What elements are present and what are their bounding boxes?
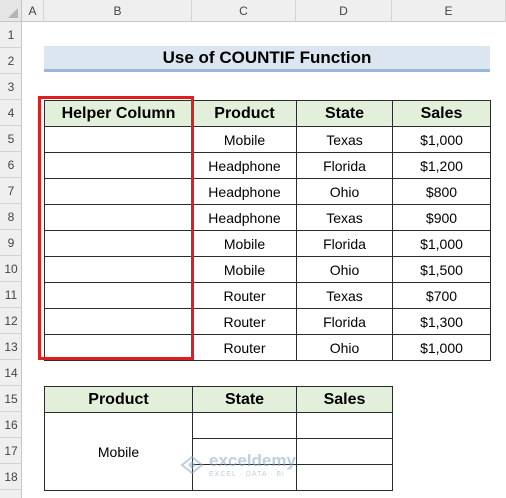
helper-cell[interactable] xyxy=(44,126,193,153)
lookup-state-cell[interactable] xyxy=(192,412,297,439)
state-cell[interactable]: Florida xyxy=(296,152,393,179)
header-product[interactable]: Product xyxy=(192,100,297,127)
product-cell[interactable]: Headphone xyxy=(192,152,297,179)
sales-cell[interactable]: $1,300 xyxy=(392,308,491,335)
sales-cell[interactable]: $1,200 xyxy=(392,152,491,179)
state-cell[interactable]: Ohio xyxy=(296,334,393,361)
row-header-18[interactable]: 18 xyxy=(0,464,22,490)
product-cell[interactable]: Mobile xyxy=(192,126,297,153)
lookup-header-product[interactable]: Product xyxy=(44,386,193,413)
select-all-corner[interactable] xyxy=(0,0,22,22)
lookup-product-cell[interactable]: Mobile xyxy=(44,412,193,491)
watermark-tagline: EXCEL · DATA · BI xyxy=(209,471,285,478)
column-header-a[interactable]: A xyxy=(22,0,44,22)
helper-cell[interactable] xyxy=(44,334,193,361)
product-cell[interactable]: Headphone xyxy=(192,204,297,231)
state-cell[interactable]: Ohio xyxy=(296,256,393,283)
helper-cell[interactable] xyxy=(44,282,193,309)
helper-cell[interactable] xyxy=(44,256,193,283)
helper-cell[interactable] xyxy=(44,204,193,231)
sheet-title: Use of COUNTIF Function xyxy=(44,46,490,72)
row-header-14[interactable]: 14 xyxy=(0,360,22,386)
helper-cell[interactable] xyxy=(44,178,193,205)
product-cell[interactable]: Headphone xyxy=(192,178,297,205)
row-header-13[interactable]: 13 xyxy=(0,334,22,360)
product-cell[interactable]: Router xyxy=(192,334,297,361)
product-cell[interactable]: Mobile xyxy=(192,230,297,257)
sales-cell[interactable]: $1,000 xyxy=(392,334,491,361)
select-all-triangle-icon xyxy=(8,8,18,18)
row-header-12[interactable]: 12 xyxy=(0,308,22,334)
helper-cell[interactable] xyxy=(44,152,193,179)
row-header-17[interactable]: 17 xyxy=(0,438,22,464)
sales-cell[interactable]: $900 xyxy=(392,204,491,231)
watermark-name: exceldemy xyxy=(209,451,296,470)
lookup-sales-cell[interactable] xyxy=(296,464,393,491)
state-cell[interactable]: Texas xyxy=(296,282,393,309)
row-header-7[interactable]: 7 xyxy=(0,178,22,204)
product-cell[interactable]: Mobile xyxy=(192,256,297,283)
column-header-c[interactable]: C xyxy=(192,0,296,22)
row-header-5[interactable]: 5 xyxy=(0,126,22,152)
row-header-10[interactable]: 10 xyxy=(0,256,22,282)
column-header-b[interactable]: B xyxy=(44,0,192,22)
row-header-8[interactable]: 8 xyxy=(0,204,22,230)
sales-cell[interactable]: $700 xyxy=(392,282,491,309)
sales-cell[interactable]: $1,500 xyxy=(392,256,491,283)
lookup-header-sales[interactable]: Sales xyxy=(296,386,393,413)
exceldemy-logo-icon xyxy=(180,455,204,475)
sales-cell[interactable]: $1,000 xyxy=(392,230,491,257)
row-header-15[interactable]: 15 xyxy=(0,386,22,412)
sales-cell[interactable]: $800 xyxy=(392,178,491,205)
header-sales[interactable]: Sales xyxy=(392,100,491,127)
column-header-d[interactable]: D xyxy=(296,0,392,22)
row-header-3[interactable]: 3 xyxy=(0,74,22,100)
product-cell[interactable]: Router xyxy=(192,308,297,335)
row-header-9[interactable]: 9 xyxy=(0,230,22,256)
header-helper-column[interactable]: Helper Column xyxy=(44,100,193,127)
row-header-4[interactable]: 4 xyxy=(0,100,22,126)
row-header-2[interactable]: 2 xyxy=(0,48,22,74)
lookup-sales-cell[interactable] xyxy=(296,438,393,465)
state-cell[interactable]: Florida xyxy=(296,308,393,335)
row-header-1[interactable]: 1 xyxy=(0,22,22,48)
header-state[interactable]: State xyxy=(296,100,393,127)
state-cell[interactable]: Ohio xyxy=(296,178,393,205)
lookup-header-state[interactable]: State xyxy=(192,386,297,413)
helper-cell[interactable] xyxy=(44,308,193,335)
row-header-16[interactable]: 16 xyxy=(0,412,22,438)
state-cell[interactable]: Texas xyxy=(296,204,393,231)
watermark-logo: exceldemy EXCEL · DATA · BI xyxy=(180,452,296,478)
sales-cell[interactable]: $1,000 xyxy=(392,126,491,153)
lookup-sales-cell[interactable] xyxy=(296,412,393,439)
helper-cell[interactable] xyxy=(44,230,193,257)
column-header-e[interactable]: E xyxy=(392,0,506,22)
row-header-6[interactable]: 6 xyxy=(0,152,22,178)
state-cell[interactable]: Florida xyxy=(296,230,393,257)
state-cell[interactable]: Texas xyxy=(296,126,393,153)
product-cell[interactable]: Router xyxy=(192,282,297,309)
row-header-11[interactable]: 11 xyxy=(0,282,22,308)
